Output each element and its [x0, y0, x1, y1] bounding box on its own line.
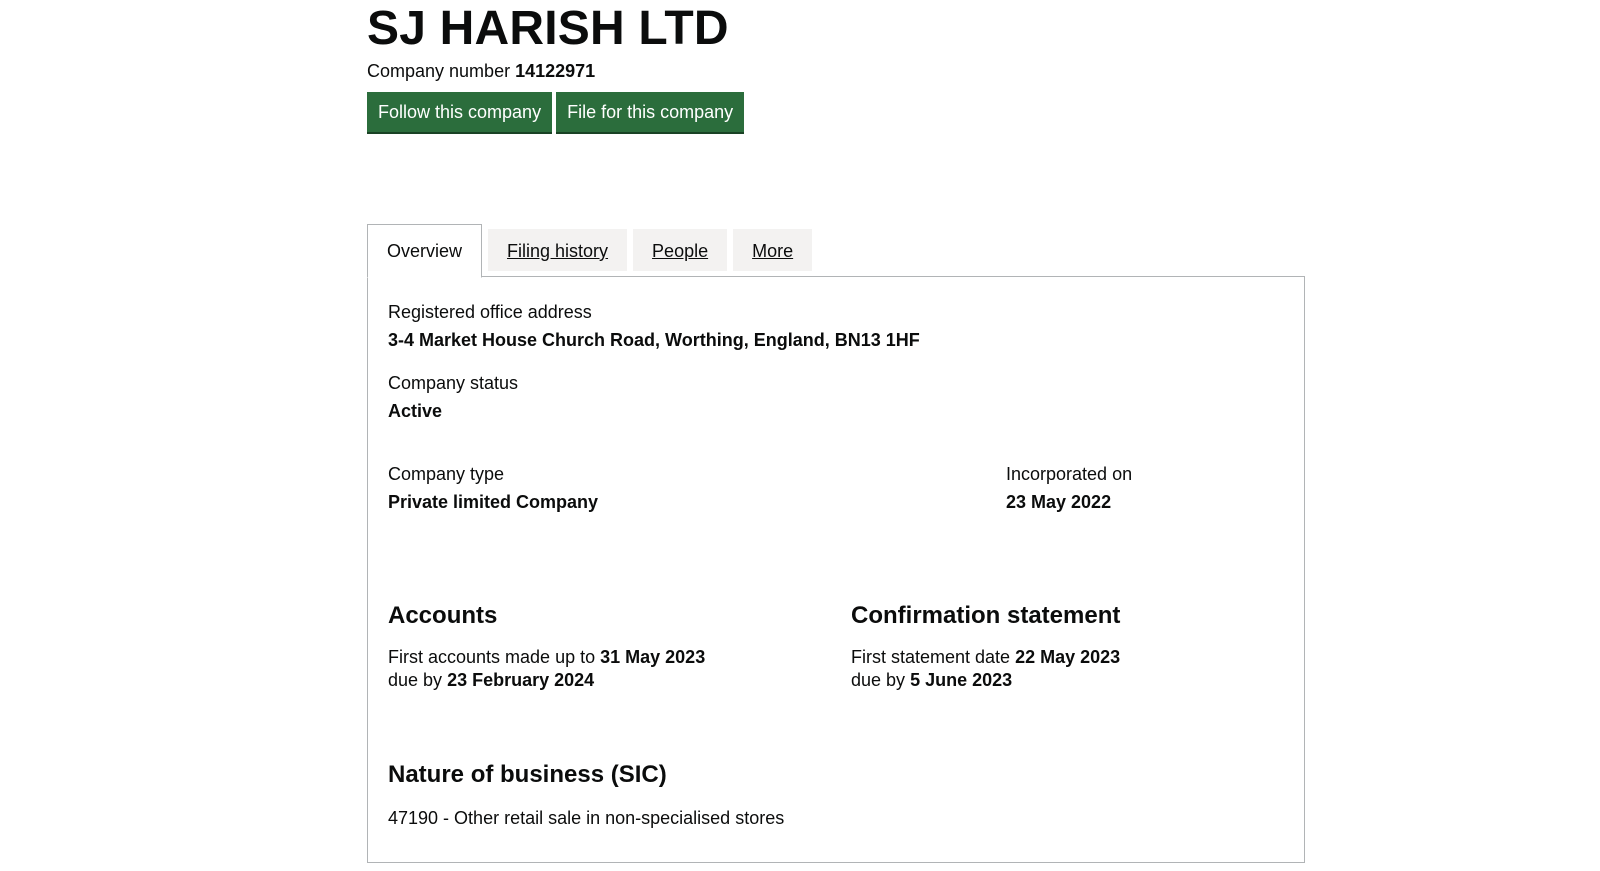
incorporated-block: Incorporated on 23 May 2022 — [1006, 463, 1132, 513]
accounts-made-up-date: 31 May 2023 — [600, 647, 706, 667]
confirmation-heading: Confirmation statement — [851, 602, 1121, 629]
company-type-block: Company type Private limited Company — [388, 463, 598, 513]
company-type-label: Company type — [388, 464, 505, 484]
company-name: SJ HARISH LTD — [367, 2, 729, 55]
company-type-value: Private limited Company — [388, 492, 599, 512]
confirmation-statement-label: First statement date — [851, 647, 1011, 667]
accounts-due-label: due by — [388, 670, 443, 690]
tab-more[interactable]: More — [733, 229, 813, 271]
registered-office-value: 3-4 Market House Church Road, Worthing, … — [388, 330, 920, 350]
sic-heading: Nature of business (SIC) — [388, 761, 667, 788]
sic-item: 47190 - Other retail sale in non-special… — [388, 808, 785, 828]
confirmation-statement-date: 22 May 2023 — [1015, 647, 1121, 667]
accounts-made-up-line: First accounts made up to 31 May 2023 — [388, 646, 705, 669]
sic-block: Nature of business (SIC) 47190 - Other r… — [388, 761, 784, 830]
tab-overview[interactable]: Overview — [367, 224, 483, 278]
confirmation-due-label: due by — [851, 670, 906, 690]
tab-people[interactable]: People — [633, 229, 728, 271]
accounts-due-date: 23 February 2024 — [447, 670, 595, 690]
confirmation-block: Confirmation statement First statement d… — [851, 602, 1120, 692]
company-actions: Follow this company File for this compan… — [367, 92, 1307, 132]
accounts-made-up-label: First accounts made up to — [388, 647, 596, 667]
file-for-company-button[interactable]: File for this company — [556, 92, 745, 132]
accounts-block: Accounts First accounts made up to 31 Ma… — [388, 602, 705, 692]
company-number-line: Company number 14122971 — [367, 60, 1307, 82]
company-status-value: Active — [388, 401, 443, 421]
company-status-block: Company status Active — [388, 372, 518, 422]
registered-office-label: Registered office address — [388, 302, 592, 322]
incorporated-value: 23 May 2022 — [1006, 492, 1112, 512]
company-number-value: 14122971 — [515, 61, 596, 81]
confirmation-due-line: due by 5 June 2023 — [851, 669, 1120, 692]
company-number-label: Company number — [367, 61, 511, 81]
company-status-label: Company status — [388, 373, 519, 393]
registered-office-block: Registered office address 3-4 Market Hou… — [388, 301, 920, 351]
confirmation-due-date: 5 June 2023 — [910, 670, 1013, 690]
company-page: SJ HARISH LTD Company number 14122971 Fo… — [367, 0, 1307, 863]
overview-panel: Registered office address 3-4 Market Hou… — [367, 276, 1305, 863]
accounts-heading: Accounts — [388, 602, 498, 629]
confirmation-statement-line: First statement date 22 May 2023 — [851, 646, 1120, 669]
company-tabs: Overview Filing history People More — [367, 222, 818, 278]
incorporated-label: Incorporated on — [1006, 464, 1133, 484]
accounts-due-line: due by 23 February 2024 — [388, 669, 705, 692]
tab-filing-history[interactable]: Filing history — [488, 229, 628, 271]
follow-company-button[interactable]: Follow this company — [367, 92, 553, 132]
